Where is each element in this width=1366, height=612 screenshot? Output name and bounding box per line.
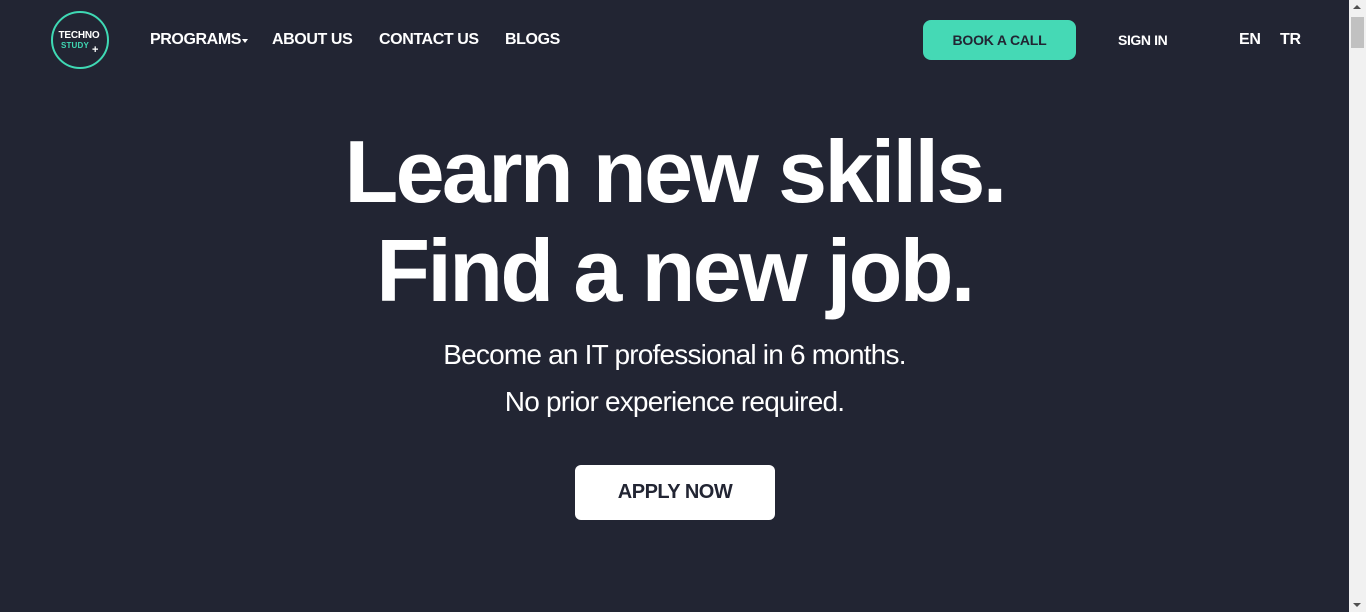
scroll-down-arrow-icon[interactable] <box>1353 603 1361 607</box>
nav-about-us[interactable]: ABOUT US <box>272 31 353 49</box>
scrollbar-thumb[interactable] <box>1351 17 1364 48</box>
nav-blogs[interactable]: BLOGS <box>505 31 560 49</box>
hero-subtitle-line2: No prior experience required. <box>504 386 845 417</box>
vertical-scrollbar[interactable] <box>1349 0 1366 612</box>
language-tr[interactable]: TR <box>1280 31 1301 49</box>
page: TECHNO STUDY + PROGRAMS ABOUT US CONTACT… <box>0 0 1349 612</box>
programs-dropdown-caret-icon[interactable] <box>242 39 248 43</box>
nav-programs[interactable]: PROGRAMS <box>150 31 241 49</box>
nav-contact-us[interactable]: CONTACT US <box>379 31 479 49</box>
book-a-call-button[interactable]: BOOK A CALL <box>923 20 1076 60</box>
logo-text-techno: TECHNO <box>58 29 100 41</box>
sign-in-link[interactable]: SIGN IN <box>1118 32 1168 48</box>
scroll-up-arrow-icon[interactable] <box>1353 5 1361 9</box>
apply-now-button[interactable]: APPLY NOW <box>575 465 775 520</box>
techno-study-logo[interactable]: TECHNO STUDY + <box>51 11 109 69</box>
logo-plus-icon: + <box>92 44 99 56</box>
language-en[interactable]: EN <box>1239 31 1261 49</box>
hero-subtitle-line1: Become an IT professional in 6 months. <box>443 339 906 370</box>
hero-title-line1: Learn new skills. <box>344 122 1007 221</box>
logo-text-study: STUDY <box>60 40 90 50</box>
hero-title-line2: Find a new job. <box>376 221 975 320</box>
